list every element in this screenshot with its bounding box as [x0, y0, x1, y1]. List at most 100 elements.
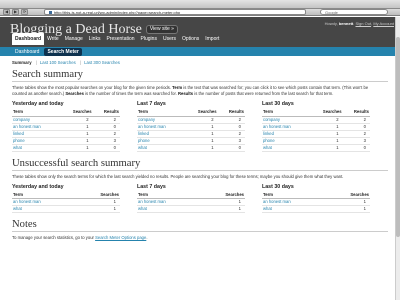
table-row: an honest man 1 0 [12, 123, 120, 131]
table-cell: 0 [217, 123, 245, 131]
user-info: Howdy, bennett. Sign Out, My Account [324, 21, 394, 26]
table-cell: 1 [59, 130, 93, 138]
table-row: phone 1 3 [262, 137, 370, 145]
term-link[interactable]: an honest man [137, 123, 185, 131]
table-cell: 1 [75, 205, 120, 213]
back-icon[interactable]: ◀ [3, 9, 10, 15]
stats-table: Term Searches Results company 2 2 an honest ma… [12, 109, 120, 152]
table-row: an honest man 1 0 [137, 123, 245, 131]
summary-tables: Yesterday and today Term Searches Results co… [12, 100, 388, 152]
table-row: phone 1 3 [137, 137, 245, 145]
table-row: linked 1 2 [262, 130, 370, 138]
unsuccessful-tables: Yesterday and today Term Searches an honest… [12, 183, 388, 213]
term-link[interactable]: what [137, 144, 185, 152]
table-cell: 0 [342, 144, 370, 152]
admin-menu: Dashboard Write Manage Links Presentation Plu… [12, 33, 222, 45]
stats-table: Term Searches an honest man 1 what 1 [262, 191, 370, 213]
forward-icon[interactable]: ▶ [12, 9, 19, 15]
menu-item-users[interactable]: Users [160, 33, 179, 45]
term-link[interactable]: what [262, 144, 310, 152]
view-tabs: Summary | Last 100 Searches | Last 300 Sea… [12, 60, 388, 66]
column-header: Term [262, 109, 310, 117]
table-title: Last 7 days [137, 101, 166, 107]
term-link[interactable]: company [12, 116, 60, 124]
column-header: Results [217, 109, 245, 117]
stats-table: Term Searches an honest man 1 what 1 [12, 191, 120, 213]
table-cell: 1 [309, 144, 343, 152]
menu-item-presentation[interactable]: Presentation [103, 33, 137, 45]
term-link[interactable]: an honest man [262, 198, 326, 206]
table-cell: 1 [59, 137, 93, 145]
table-cell: 1 [309, 130, 343, 138]
tab-last-100[interactable]: Last 100 Searches [40, 60, 76, 65]
submenu-item-search-meter[interactable]: Search Meter [44, 48, 82, 56]
table-header-row: Term Searches Results [137, 109, 245, 117]
stats-table: Term Searches Results company 2 2 an honest ma… [262, 109, 370, 152]
tab-last-300[interactable]: Last 300 Searches [84, 60, 120, 65]
search-input[interactable]: Google [320, 9, 388, 15]
unsuccessful-summary-heading: Unsuccessful search summary [12, 157, 141, 169]
term-link[interactable]: what [137, 205, 201, 213]
column-header: Term [12, 191, 76, 199]
sub-menu-bar: Dashboard Search Meter [0, 47, 400, 56]
table-cell: 2 [217, 116, 245, 124]
table-cell: 0 [217, 144, 245, 152]
term-link[interactable]: an honest man [12, 198, 76, 206]
table-cell: 1 [325, 198, 370, 206]
scrollbar[interactable] [395, 17, 400, 300]
menu-item-dashboard[interactable]: Dashboard [12, 33, 45, 45]
term-link[interactable]: company [137, 116, 185, 124]
term-link[interactable]: phone [262, 137, 310, 145]
term-link[interactable]: phone [137, 137, 185, 145]
menu-item-import[interactable]: Import [202, 33, 222, 45]
table-header-row: Term Searches [262, 191, 370, 199]
user-name: bennett [338, 21, 354, 26]
stats-table-block: Last 7 days Term Searches an honest man 1 wha… [137, 183, 245, 213]
my-account-link[interactable]: My Account [373, 21, 394, 26]
table-cell: 1 [59, 123, 93, 131]
table-row: company 2 2 [262, 116, 370, 124]
scrollbar-thumb[interactable] [396, 37, 400, 237]
stats-table-block: Yesterday and today Term Searches an honest… [12, 183, 120, 213]
stats-table-block: Yesterday and today Term Searches Results co… [12, 100, 120, 152]
table-cell: 2 [184, 116, 218, 124]
options-page-link[interactable]: Search Meter Options page [95, 235, 146, 240]
menu-item-options[interactable]: Options [179, 33, 202, 45]
table-cell: 2 [92, 116, 120, 124]
term-link[interactable]: linked [262, 130, 310, 138]
column-header: Term [137, 109, 185, 117]
stats-table: Term Searches Results company 2 2 an honest ma… [137, 109, 245, 152]
table-cell: 0 [92, 123, 120, 131]
menu-item-links[interactable]: Links [86, 33, 104, 45]
term-link[interactable]: an honest man [12, 123, 60, 131]
submenu-item-dashboard[interactable]: Dashboard [12, 48, 42, 56]
column-header: Searches [309, 109, 343, 117]
desc-text: These tables show the most popular searc… [12, 85, 173, 90]
term-link[interactable]: what [262, 205, 326, 213]
notes-heading: Notes [12, 219, 37, 230]
column-header: Term [137, 191, 201, 199]
address-bar[interactable]: http://this-is-not-a-real-url/wp-admin/i… [44, 9, 306, 15]
term-link[interactable]: linked [12, 130, 60, 138]
term-link[interactable]: linked [137, 130, 185, 138]
term-link[interactable]: what [12, 205, 76, 213]
term-link[interactable]: an honest man [262, 123, 310, 131]
menu-item-manage[interactable]: Manage [62, 33, 86, 45]
term-link[interactable]: what [12, 144, 60, 152]
reload-icon[interactable]: ⟳ [21, 9, 28, 15]
table-cell: 1 [59, 144, 93, 152]
term-link[interactable]: company [262, 116, 310, 124]
desc-text: is the number of times the term was sear… [83, 91, 178, 96]
term-link[interactable]: phone [12, 137, 60, 145]
table-row: phone 1 3 [12, 137, 120, 145]
menu-item-plugins[interactable]: Plugins [138, 33, 160, 45]
tab-summary[interactable]: Summary [12, 60, 32, 65]
sign-out-link[interactable]: Sign Out [356, 21, 372, 26]
desc-searches: Searches [65, 91, 84, 96]
term-link[interactable]: an honest man [137, 198, 201, 206]
stats-table-block: Last 30 days Term Searches Results company 2 2… [262, 100, 370, 152]
table-cell: 1 [200, 198, 245, 206]
menu-item-write[interactable]: Write [44, 33, 62, 45]
notes-text-pre: To manage your search statistics, go to … [12, 235, 96, 240]
table-cell: 2 [309, 116, 343, 124]
